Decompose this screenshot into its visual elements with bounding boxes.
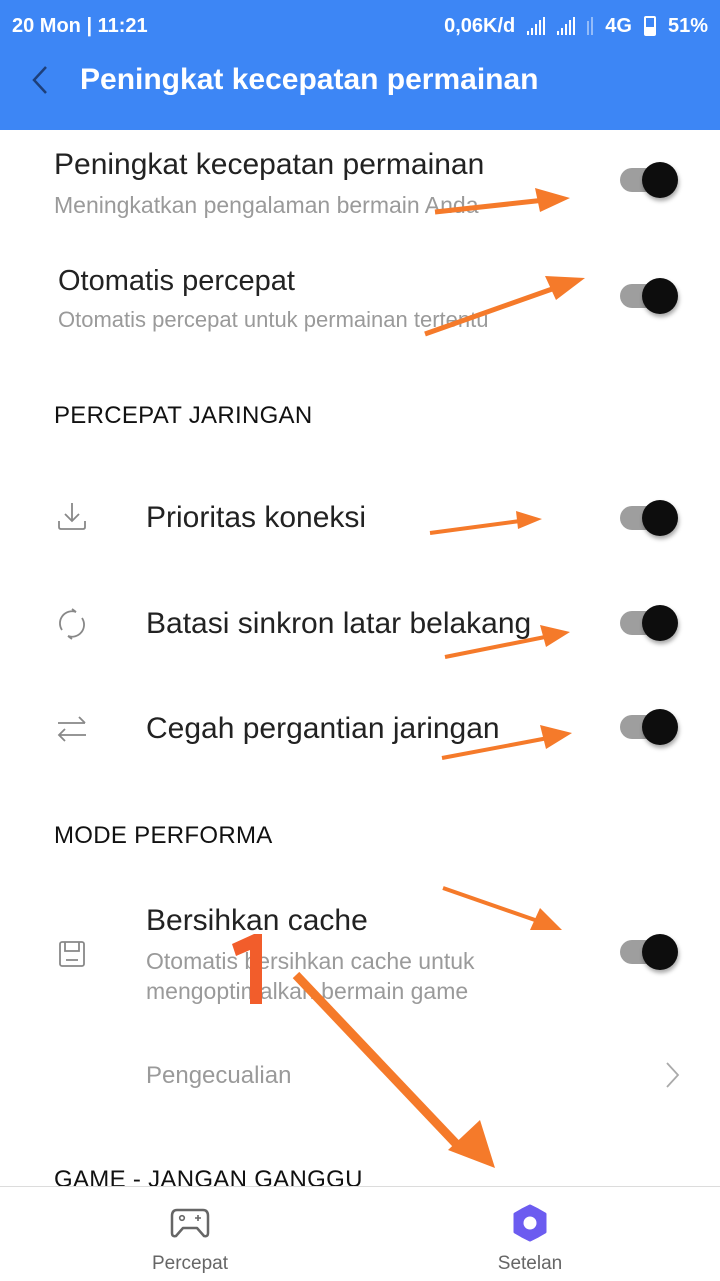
page-title: Peningkat kecepatan permainan xyxy=(80,63,539,96)
sync-icon xyxy=(59,608,85,640)
setting-subtitle-line2: mengoptimalkan bermain game xyxy=(146,978,469,1004)
data-arrows-icon xyxy=(587,17,594,35)
setting-prevent-network-switch[interactable]: Cegah pergantian jaringan xyxy=(0,675,720,780)
net-speed: 0,06K/d xyxy=(444,14,516,37)
section-header-dnd: GAME - JANGAN GANGGU xyxy=(54,1166,363,1186)
chevron-left-icon xyxy=(32,66,47,94)
connection-priority-toggle[interactable] xyxy=(620,498,678,538)
nav-label: Setelan xyxy=(497,1253,563,1274)
section-header-network: PERCEPAT JARINGAN xyxy=(54,402,313,429)
settings-list[interactable]: Peningkat kecepatan permainan Meningkatk… xyxy=(0,130,720,1186)
setting-title: Peningkat kecepatan permainan xyxy=(54,148,485,181)
setting-subtitle-line1: Otomatis bersihkan cache untuk xyxy=(146,948,475,974)
bottom-nav: Percepat Setelan xyxy=(0,1186,720,1280)
setting-title: Otomatis percepat xyxy=(58,265,295,297)
battery-icon xyxy=(643,16,656,36)
gear-icon xyxy=(508,1204,552,1242)
nav-item-setelan[interactable]: Setelan xyxy=(430,1187,630,1281)
nav-label: Percepat xyxy=(151,1253,229,1274)
title-bar: Peningkat kecepatan permainan xyxy=(0,58,720,102)
setting-subtitle: Otomatis percepat untuk permainan terten… xyxy=(58,307,489,332)
save-icon xyxy=(59,941,85,967)
section-header-performance: MODE PERFORMA xyxy=(54,822,273,849)
setting-title: Batasi sinkron latar belakang xyxy=(146,607,532,640)
toggle-knob xyxy=(642,278,678,314)
prevent-network-switch-toggle[interactable] xyxy=(620,707,678,747)
limit-bg-sync-toggle[interactable] xyxy=(620,603,678,643)
signal-icon xyxy=(557,17,576,35)
auto-boost-toggle[interactable] xyxy=(620,276,678,316)
clear-cache-toggle[interactable] xyxy=(620,932,678,972)
back-button[interactable] xyxy=(0,58,80,102)
setting-auto-boost[interactable]: Otomatis percepat Otomatis percepat untu… xyxy=(0,245,720,360)
chevron-right-icon xyxy=(666,1062,680,1088)
setting-subtitle: Meningkatkan pengalaman bermain Anda xyxy=(54,192,479,218)
setting-clear-cache[interactable]: Bersihkan cache Otomatis bersihkan cache… xyxy=(0,880,720,1015)
battery-percent: 51% xyxy=(667,14,708,37)
app-header: 20 Mon | 11:21 0,06K/d 4G 51% Peningkat … xyxy=(0,0,720,130)
swap-arrows-icon xyxy=(57,716,86,742)
toggle-knob xyxy=(642,709,678,745)
setting-title: Cegah pergantian jaringan xyxy=(146,712,500,745)
game-booster-toggle[interactable] xyxy=(620,160,678,200)
toggle-knob xyxy=(642,934,678,970)
network-type: 4G xyxy=(605,14,632,37)
status-bar: 20 Mon | 11:21 0,06K/d 4G 51% xyxy=(12,12,708,40)
setting-title: Prioritas koneksi xyxy=(146,501,367,534)
toggle-knob xyxy=(642,605,678,641)
setting-connection-priority[interactable]: Prioritas koneksi xyxy=(0,465,720,570)
setting-exceptions[interactable]: Pengecualian xyxy=(0,1025,720,1105)
toggle-knob xyxy=(642,162,678,198)
signal-icon xyxy=(527,17,546,35)
exceptions-label: Pengecualian xyxy=(146,1062,292,1089)
nav-item-percepat[interactable]: Percepat xyxy=(90,1187,290,1281)
download-icon xyxy=(58,503,86,530)
gamepad-icon xyxy=(168,1205,212,1241)
setting-limit-bg-sync[interactable]: Batasi sinkron latar belakang xyxy=(0,570,720,675)
setting-game-booster[interactable]: Peningkat kecepatan permainan Meningkatk… xyxy=(0,130,720,245)
toggle-knob xyxy=(642,500,678,536)
status-date-time: 20 Mon | 11:21 xyxy=(12,14,148,37)
status-indicators: 0,06K/d 4G 51% xyxy=(444,15,708,38)
setting-title: Bersihkan cache xyxy=(146,904,368,937)
